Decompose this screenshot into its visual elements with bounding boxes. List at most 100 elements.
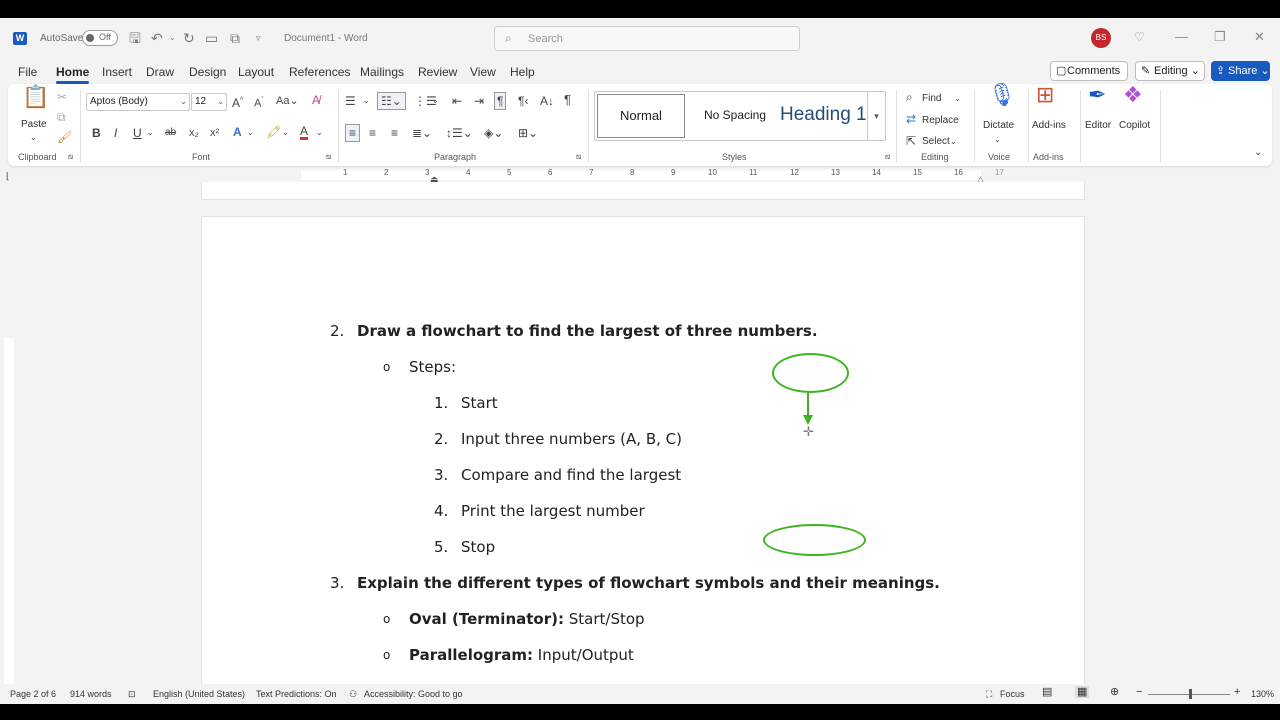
redo-icon[interactable]: ↻ <box>183 30 195 46</box>
font-launcher-icon[interactable]: ⧅ <box>326 150 331 164</box>
proofing-icon[interactable]: ⊡ <box>128 688 136 700</box>
lightbulb-icon[interactable]: ♡ <box>1134 30 1145 44</box>
multilevel-dropdown-icon[interactable]: ⌄ <box>432 94 439 108</box>
styles-launcher-icon[interactable]: ⧅ <box>885 150 890 164</box>
ltr-icon[interactable]: ¶ <box>494 92 507 110</box>
highlight-dropdown-icon[interactable]: ⌄ <box>282 126 289 140</box>
zoom-level[interactable]: 130% <box>1251 688 1274 700</box>
addins-label[interactable]: Add-ins <box>1032 120 1066 131</box>
tab-insert[interactable]: Insert <box>102 65 132 79</box>
tab-home[interactable]: Home <box>56 65 90 84</box>
zoom-slider-thumb[interactable] <box>1189 689 1192 699</box>
addins-icon[interactable]: ⊞ <box>1036 84 1054 106</box>
flowchart-stop-oval[interactable] <box>763 524 866 556</box>
style-no-spacing[interactable]: No Spacing <box>691 94 779 138</box>
paste-dropdown-icon[interactable]: ⌄ <box>30 131 37 145</box>
focus-button[interactable]: Focus <box>1000 688 1025 700</box>
paragraph-launcher-icon[interactable]: ⧅ <box>576 150 581 164</box>
tab-help[interactable]: Help <box>510 65 535 79</box>
cut-icon[interactable]: ✂ <box>57 90 67 104</box>
copilot-label[interactable]: Copilot <box>1119 120 1150 131</box>
align-center-icon[interactable]: ≡ <box>369 126 376 140</box>
font-size-combo[interactable]: 12 ⌄ <box>191 93 227 111</box>
line-spacing-icon[interactable]: ↕☰⌄ <box>446 126 473 140</box>
text-effects-dropdown-icon[interactable]: ⌄ <box>247 126 254 140</box>
page-count[interactable]: Page 2 of 6 <box>10 688 56 700</box>
accessibility-status[interactable]: Accessibility: Good to go <box>364 688 463 700</box>
shading-icon[interactable]: ◈⌄ <box>484 126 503 140</box>
sort-icon[interactable]: A↓ <box>540 94 554 108</box>
tab-draw[interactable]: Draw <box>146 65 174 79</box>
align-right-icon[interactable]: ≡ <box>391 126 398 140</box>
increase-indent-icon[interactable]: ⇥ <box>474 94 484 108</box>
undo-dropdown-icon[interactable]: ⌄ <box>169 30 176 46</box>
tab-design[interactable]: Design <box>189 65 226 79</box>
language-status[interactable]: English (United States) <box>153 688 245 700</box>
undo-icon[interactable]: ↶ <box>151 30 163 46</box>
copy-layout-icon[interactable]: ⧉ <box>230 30 240 46</box>
autosave-toggle[interactable]: Off <box>82 30 118 46</box>
copy-icon[interactable]: ⧉ <box>57 110 66 124</box>
share-button[interactable]: ⇪ Share ⌄ <box>1211 61 1270 81</box>
customize-qat-icon[interactable]: ▿ <box>256 30 261 46</box>
word-count[interactable]: 914 words <box>70 688 112 700</box>
flowchart-arrow[interactable] <box>800 393 816 427</box>
align-left-icon[interactable]: ≡ <box>345 124 361 142</box>
search-box[interactable]: ⌕ Search <box>494 26 800 51</box>
shrink-font-icon[interactable]: Aˇ <box>254 94 264 111</box>
vertical-ruler[interactable] <box>2 208 16 704</box>
find-dropdown-icon[interactable]: ⌄ <box>954 92 961 106</box>
style-heading-1[interactable]: Heading 1 <box>780 94 866 138</box>
save-icon[interactable]: 🖫 <box>129 30 141 46</box>
minimize-icon[interactable]: — <box>1175 29 1188 45</box>
superscript-button[interactable]: x² <box>210 126 219 140</box>
tab-file[interactable]: File <box>18 65 37 79</box>
read-mode-icon[interactable]: ▤ <box>1042 686 1052 698</box>
strikethrough-button[interactable]: ab <box>165 126 176 140</box>
copilot-icon[interactable]: ❖ <box>1123 84 1143 106</box>
select-dropdown-icon[interactable]: ⌄ <box>950 135 957 149</box>
decrease-indent-icon[interactable]: ⇤ <box>452 94 462 108</box>
tab-mailings[interactable]: Mailings <box>360 65 404 79</box>
subscript-button[interactable]: x₂ <box>189 126 199 140</box>
change-case-icon[interactable]: Aa⌄ <box>276 94 299 108</box>
grow-font-icon[interactable]: A^ <box>232 94 243 110</box>
paste-label[interactable]: Paste <box>21 119 47 130</box>
highlight-icon[interactable]: 🖍 <box>266 125 281 139</box>
user-avatar[interactable]: BS <box>1091 28 1111 48</box>
tab-view[interactable]: View <box>470 65 496 79</box>
text-predictions-status[interactable]: Text Predictions: On <box>256 688 337 700</box>
flowchart-start-oval[interactable] <box>772 353 849 393</box>
justify-icon[interactable]: ≣⌄ <box>412 126 432 140</box>
microphone-icon[interactable]: 🎙 <box>988 84 1016 106</box>
text-effects-icon[interactable]: A <box>233 125 242 139</box>
editor-icon[interactable]: ✒ <box>1088 84 1106 106</box>
tab-references[interactable]: References <box>289 65 350 79</box>
clear-formatting-icon[interactable]: A̸ <box>312 93 320 107</box>
format-painter-icon[interactable]: 🖌 <box>57 130 72 144</box>
numbering-icon[interactable]: ☷⌄ <box>377 92 406 110</box>
editor-label[interactable]: Editor <box>1085 120 1111 131</box>
font-color-icon[interactable]: A <box>300 125 309 140</box>
close-icon[interactable]: ✕ <box>1254 29 1265 45</box>
dictate-label[interactable]: Dictate <box>983 120 1014 131</box>
styles-more-icon[interactable]: ▾ <box>867 92 885 140</box>
style-normal[interactable]: Normal <box>597 94 685 138</box>
zoom-out-icon[interactable]: − <box>1136 686 1142 698</box>
rtl-icon[interactable]: ¶‹ <box>518 94 528 108</box>
bold-button[interactable]: B <box>92 126 101 140</box>
dictate-dropdown-icon[interactable]: ⌄ <box>994 133 1001 147</box>
font-color-dropdown-icon[interactable]: ⌄ <box>316 126 323 140</box>
editing-mode-button[interactable]: ✎ Editing ⌄ <box>1135 61 1205 81</box>
horizontal-ruler[interactable]: 1 2 3 4 5 6 7 8 9 10 11 12 13 14 15 16 1… <box>201 168 1085 184</box>
tab-layout[interactable]: Layout <box>238 65 274 79</box>
font-name-combo[interactable]: Aptos (Body) ⌄ <box>86 93 190 111</box>
comments-button[interactable]: ▢ Comments <box>1050 61 1128 81</box>
tab-selector-icon[interactable]: ⌊ <box>6 169 10 183</box>
clipboard-launcher-icon[interactable]: ⧅ <box>68 150 73 164</box>
zoom-in-icon[interactable]: + <box>1234 686 1240 698</box>
tab-review[interactable]: Review <box>418 65 457 79</box>
underline-dropdown-icon[interactable]: ⌄ <box>147 126 154 140</box>
find-button[interactable]: Find <box>922 92 941 106</box>
collapse-ribbon-icon[interactable]: ⌄ <box>1254 146 1262 160</box>
